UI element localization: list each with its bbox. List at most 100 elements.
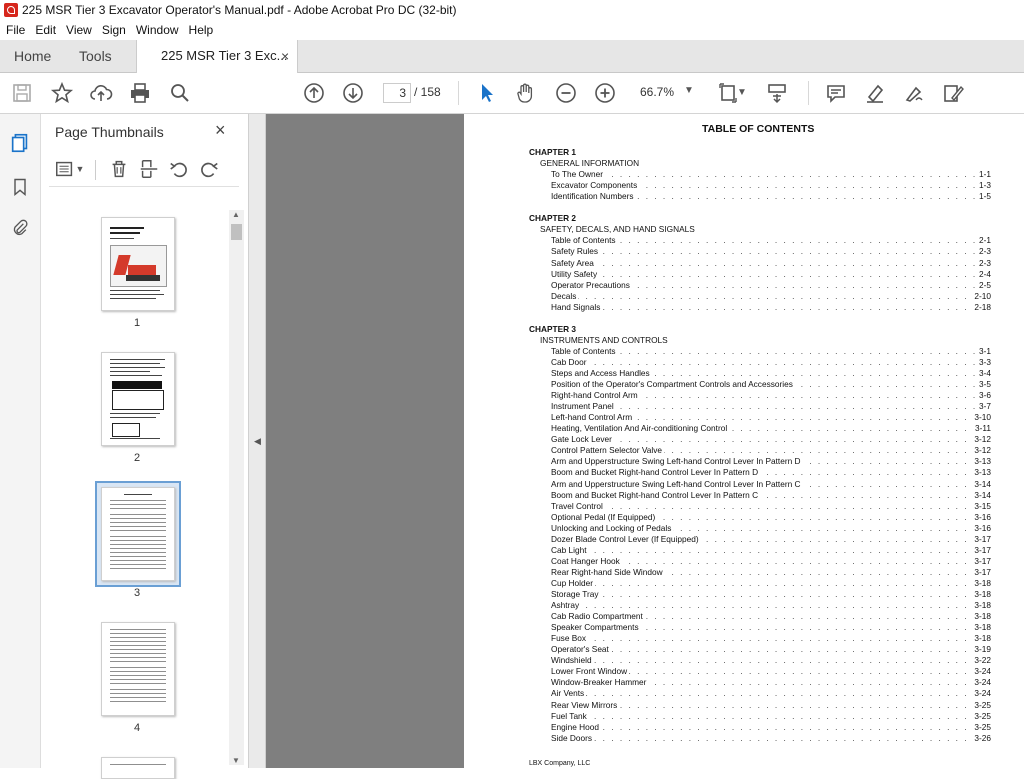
toc-entry[interactable]: . . . . . . . . . . . . . . . . . . . . … xyxy=(551,356,991,368)
options-menu-icon[interactable] xyxy=(53,158,77,180)
chevron-down-icon[interactable]: ▼ xyxy=(737,81,747,105)
toc-entry[interactable]: . . . . . . . . . . . . . . . . . . . . … xyxy=(551,478,991,490)
toc-entry[interactable]: . . . . . . . . . . . . . . . . . . . . … xyxy=(551,710,991,722)
close-icon[interactable]: × xyxy=(215,120,226,141)
comment-icon[interactable] xyxy=(824,81,848,105)
toc-entry[interactable]: . . . . . . . . . . . . . . . . . . . . … xyxy=(551,611,991,623)
toc-entry[interactable]: . . . . . . . . . . . . . . . . . . . . … xyxy=(551,423,991,435)
toc-entry[interactable]: . . . . . . . . . . . . . . . . . . . . … xyxy=(551,622,991,634)
toc-entry[interactable]: . . . . . . . . . . . . . . . . . . . . … xyxy=(551,522,991,534)
toc-entry[interactable]: . . . . . . . . . . . . . . . . . . . . … xyxy=(551,666,991,678)
toc-entry[interactable]: . . . . . . . . . . . . . . . . . . . . … xyxy=(551,677,991,689)
toc-entry[interactable]: . . . . . . . . . . . . . . . . . . . . … xyxy=(551,633,991,645)
toc-entry[interactable]: . . . . . . . . . . . . . . . . . . . . … xyxy=(551,180,991,192)
page-thumbnail-5[interactable] xyxy=(101,757,175,779)
chevron-down-icon[interactable]: ▼ xyxy=(684,85,694,96)
select-cursor-icon[interactable] xyxy=(475,81,499,105)
star-icon[interactable] xyxy=(50,81,74,105)
toc-entry[interactable]: . . . . . . . . . . . . . . . . . . . . … xyxy=(551,169,991,181)
leader-dots: . . . . . . . . . . . . . . . . . . . . … xyxy=(551,633,991,644)
toc-entry[interactable]: . . . . . . . . . . . . . . . . . . . . … xyxy=(551,412,991,424)
toc-entry[interactable]: . . . . . . . . . . . . . . . . . . . . … xyxy=(551,644,991,656)
page-thumbnail-1[interactable] xyxy=(101,217,175,311)
toc-entry[interactable]: . . . . . . . . . . . . . . . . . . . . … xyxy=(551,600,991,612)
toc-entry[interactable]: . . . . . . . . . . . . . . . . . . . . … xyxy=(551,533,991,545)
attachment-icon[interactable] xyxy=(10,217,30,239)
search-icon[interactable] xyxy=(168,81,192,105)
menu-view[interactable]: View xyxy=(60,21,96,37)
toc-entry[interactable]: . . . . . . . . . . . . . . . . . . . . … xyxy=(551,445,991,457)
panel-collapse-handle[interactable]: ◀ xyxy=(249,114,266,768)
toc-entry[interactable]: . . . . . . . . . . . . . . . . . . . . … xyxy=(551,577,991,589)
toc-entry[interactable]: . . . . . . . . . . . . . . . . . . . . … xyxy=(551,511,991,523)
scroll-up-icon[interactable]: ▲ xyxy=(232,210,240,219)
cloud-upload-icon[interactable] xyxy=(89,81,113,105)
toc-entry[interactable]: . . . . . . . . . . . . . . . . . . . . … xyxy=(551,434,991,446)
toc-entry-page: 2-5 xyxy=(977,279,991,291)
scroll-down-icon[interactable]: ▼ xyxy=(232,756,240,765)
toc-entry[interactable]: . . . . . . . . . . . . . . . . . . . . … xyxy=(551,235,991,247)
toc-entry[interactable]: . . . . . . . . . . . . . . . . . . . . … xyxy=(551,401,991,413)
print-icon[interactable] xyxy=(128,81,152,105)
tab-home[interactable]: Home xyxy=(14,40,51,72)
toc-entry[interactable]: . . . . . . . . . . . . . . . . . . . . … xyxy=(551,368,991,379)
toc-entry[interactable]: . . . . . . . . . . . . . . . . . . . . … xyxy=(551,699,991,711)
tab-document[interactable]: 225 MSR Tier 3 Exc... × xyxy=(136,40,298,73)
close-tab-icon[interactable]: × xyxy=(281,40,289,72)
insert-page-icon[interactable] xyxy=(137,158,161,180)
toc-entry[interactable]: . . . . . . . . . . . . . . . . . . . . … xyxy=(551,489,991,501)
toc-entry[interactable]: . . . . . . . . . . . . . . . . . . . . … xyxy=(551,268,991,280)
zoom-in-icon[interactable] xyxy=(593,81,617,105)
menu-window[interactable]: Window xyxy=(130,21,183,37)
toc-entry[interactable]: . . . . . . . . . . . . . . . . . . . . … xyxy=(551,246,991,258)
toc-entry[interactable]: . . . . . . . . . . . . . . . . . . . . … xyxy=(551,500,991,512)
scrollbar-thumb[interactable] xyxy=(231,224,242,240)
page-thumbnail-3[interactable] xyxy=(101,487,175,581)
menu-sign[interactable]: Sign xyxy=(96,21,130,37)
toc-entry[interactable]: . . . . . . . . . . . . . . . . . . . . … xyxy=(551,257,991,269)
previous-page-icon[interactable] xyxy=(302,81,326,105)
toc-entry[interactable]: . . . . . . . . . . . . . . . . . . . . … xyxy=(551,279,991,291)
draw-sign-icon[interactable] xyxy=(902,81,926,105)
toc-entry[interactable]: . . . . . . . . . . . . . . . . . . . . … xyxy=(551,456,991,468)
toc-entry[interactable]: . . . . . . . . . . . . . . . . . . . . … xyxy=(551,555,991,567)
page-thumbnail-4[interactable] xyxy=(101,622,175,716)
zoom-out-icon[interactable] xyxy=(554,81,578,105)
save-icon[interactable] xyxy=(10,81,34,105)
zoom-level[interactable]: 66.7% xyxy=(640,85,674,99)
toc-entry[interactable]: . . . . . . . . . . . . . . . . . . . . … xyxy=(551,589,991,600)
toc-entry[interactable]: . . . . . . . . . . . . . . . . . . . . … xyxy=(551,290,991,302)
bookmark-icon[interactable] xyxy=(10,176,30,198)
toc-entry[interactable]: . . . . . . . . . . . . . . . . . . . . … xyxy=(551,467,991,479)
toc-entry[interactable]: . . . . . . . . . . . . . . . . . . . . … xyxy=(551,301,991,313)
toc-entry[interactable]: . . . . . . . . . . . . . . . . . . . . … xyxy=(551,544,991,556)
toc-entry[interactable]: . . . . . . . . . . . . . . . . . . . . … xyxy=(551,379,991,391)
toc-entry[interactable]: . . . . . . . . . . . . . . . . . . . . … xyxy=(551,688,991,700)
page-thumbnail-2[interactable] xyxy=(101,352,175,446)
delete-icon[interactable] xyxy=(107,158,131,180)
menu-edit[interactable]: Edit xyxy=(29,21,60,37)
tab-tools[interactable]: Tools xyxy=(79,40,112,72)
toc-entry[interactable]: . . . . . . . . . . . . . . . . . . . . … xyxy=(551,191,991,203)
rotate-left-icon[interactable] xyxy=(167,158,191,180)
page-number-input[interactable] xyxy=(383,83,411,103)
toc-entry[interactable]: . . . . . . . . . . . . . . . . . . . . … xyxy=(551,390,991,402)
page-thumbnails-icon[interactable] xyxy=(9,132,31,154)
fill-sign-icon[interactable] xyxy=(941,81,965,105)
toc-entry[interactable]: . . . . . . . . . . . . . . . . . . . . … xyxy=(551,345,991,357)
toc-entry[interactable]: . . . . . . . . . . . . . . . . . . . . … xyxy=(551,732,991,744)
rotate-right-icon[interactable] xyxy=(197,158,221,180)
next-page-icon[interactable] xyxy=(341,81,365,105)
panel-scrollbar[interactable]: ▲ ▼ xyxy=(229,210,244,765)
toc-entry-label: Gate Lock Lever xyxy=(551,434,614,446)
toc-entry[interactable]: . . . . . . . . . . . . . . . . . . . . … xyxy=(551,721,991,733)
chevron-down-icon[interactable]: ▼ xyxy=(75,158,85,180)
menu-file[interactable]: File xyxy=(0,21,29,37)
hand-tool-icon[interactable] xyxy=(514,81,538,105)
toc-entry[interactable]: . . . . . . . . . . . . . . . . . . . . … xyxy=(551,655,991,667)
toc-entry[interactable]: . . . . . . . . . . . . . . . . . . . . … xyxy=(551,566,991,578)
scroll-mode-icon[interactable] xyxy=(765,81,789,105)
highlight-pen-icon[interactable] xyxy=(863,81,887,105)
menu-help[interactable]: Help xyxy=(183,21,218,37)
toc-entry-label: Rear Right-hand Side Window xyxy=(551,566,665,578)
